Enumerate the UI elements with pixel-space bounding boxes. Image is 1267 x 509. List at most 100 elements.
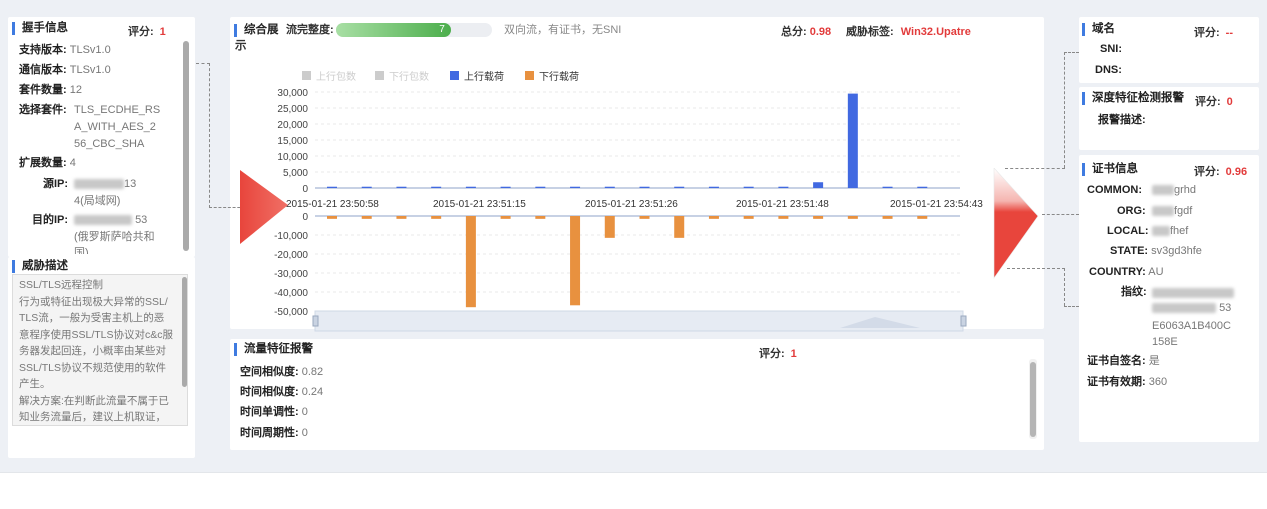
connector-right-low-h2 bbox=[1064, 306, 1079, 307]
y-tick-label: -20,000 bbox=[274, 250, 308, 261]
flow-alarm-score: 评分: 1 bbox=[759, 348, 797, 360]
bar-download-payload bbox=[847, 216, 858, 219]
deep-alarm-panel: 深度特征检测报警 评分: 0 报警描述: bbox=[1079, 87, 1259, 150]
bar-download-payload bbox=[361, 216, 372, 219]
bar-upload-payload bbox=[535, 186, 546, 188]
arrow-left-icon bbox=[240, 170, 288, 244]
cert-fingerprint-line2: 53 bbox=[1152, 301, 1231, 315]
bar-download-payload bbox=[743, 216, 754, 219]
bar-download-payload bbox=[535, 216, 546, 219]
redacted-block bbox=[1152, 206, 1174, 217]
bar-upload-payload bbox=[882, 186, 893, 188]
bar-download-payload bbox=[778, 216, 789, 219]
flow-alarm-panel: 流量特征报警 评分: 1 空间相似度: 0.82 时间相似度: 0.24 时间单调… bbox=[230, 339, 1044, 450]
flow-row-space-sim: 空间相似度: 0.82 bbox=[240, 366, 324, 378]
threat-desc-scrollbar[interactable] bbox=[182, 277, 187, 387]
bar-download-payload bbox=[396, 216, 407, 219]
x-tick-label: 2015-01-21 23:51:26 bbox=[585, 199, 678, 210]
cert-row-common: COMMON: bbox=[1087, 184, 1142, 196]
domain-row-dns: DNS: bbox=[1095, 64, 1122, 76]
redacted-block bbox=[1152, 303, 1216, 314]
y-tick-label: -50,000 bbox=[274, 307, 308, 318]
cert-row-org: ORG: bbox=[1117, 205, 1146, 217]
y-tick-label: 10,000 bbox=[277, 152, 308, 163]
bar-upload-payload bbox=[639, 186, 650, 188]
x-tick-label: 2015-01-21 23:51:48 bbox=[736, 199, 829, 210]
handshake-scrollbar[interactable] bbox=[183, 41, 189, 251]
bar-upload-payload bbox=[813, 182, 824, 188]
y-tick-label: 0 bbox=[302, 184, 308, 195]
bar-download-payload bbox=[882, 216, 893, 219]
score-value: 1 bbox=[159, 26, 166, 38]
connector-right-low-v bbox=[1064, 268, 1065, 306]
bottom-bar bbox=[0, 472, 1267, 509]
handshake-row-dst-ip: 目的IP: bbox=[32, 214, 69, 226]
bar-upload-payload bbox=[917, 186, 928, 188]
src-ip-value-2: 4(局域网) bbox=[74, 195, 121, 207]
bar-download-payload bbox=[431, 216, 442, 219]
domain-panel: 域名 评分: -- SNI: DNS: bbox=[1079, 17, 1259, 83]
bar-download-payload bbox=[917, 216, 928, 219]
bar-upload-payload bbox=[674, 186, 685, 188]
bar-upload-payload bbox=[465, 186, 476, 188]
cert-fingerprint-line3: E6063A1B400C bbox=[1152, 320, 1231, 332]
cert-row-self-signed: 证书自签名: 是 bbox=[1087, 355, 1160, 367]
flow-row-time-mono: 时间单调性: 0 bbox=[240, 406, 308, 418]
cert-row-fingerprint: 指纹: bbox=[1121, 286, 1147, 298]
redacted-block bbox=[1152, 185, 1174, 196]
domain-row-sni: SNI: bbox=[1100, 43, 1122, 55]
redacted-block bbox=[74, 179, 124, 190]
zoom-handle-left bbox=[312, 315, 319, 327]
zoom-handle-right bbox=[960, 315, 967, 327]
y-tick-label: -40,000 bbox=[274, 288, 308, 299]
deep-alarm-score: 评分: 0 bbox=[1195, 96, 1233, 108]
bar-upload-payload bbox=[778, 186, 789, 188]
flow-alarm-scrollbar[interactable] bbox=[1030, 362, 1036, 437]
domain-title: 域名 bbox=[1082, 23, 1115, 36]
bar-download-payload bbox=[639, 216, 650, 219]
arrow-right-icon bbox=[993, 168, 1039, 279]
src-ip-value: 13 bbox=[74, 177, 136, 191]
y-tick-label: 20,000 bbox=[277, 120, 308, 131]
y-tick-label: 30,000 bbox=[277, 88, 308, 99]
deep-alarm-row-desc: 报警描述: bbox=[1098, 114, 1146, 126]
bar-upload-payload bbox=[500, 186, 511, 188]
bar-download-payload bbox=[465, 216, 476, 308]
x-tick-label: 2015-01-21 23:54:43 bbox=[890, 199, 983, 210]
cert-panel: 证书信息 评分: 0.96 COMMON: grhd ORG: fgdf LOCA… bbox=[1079, 155, 1259, 442]
suite-line-2: A_WITH_AES_2 bbox=[74, 121, 156, 133]
cert-row-local: LOCAL: bbox=[1107, 225, 1149, 237]
bar-download-payload bbox=[604, 216, 615, 238]
redacted-block bbox=[1152, 226, 1170, 237]
cert-score: 评分: 0.96 bbox=[1194, 166, 1248, 178]
handshake-row-selected-suite: 选择套件: bbox=[19, 104, 67, 116]
y-tick-label: 0 bbox=[302, 212, 308, 223]
handshake-score: 评分: 1 bbox=[128, 23, 166, 39]
y-tick-label: 25,000 bbox=[277, 104, 308, 115]
bar-download-payload bbox=[500, 216, 511, 219]
y-tick-label: 15,000 bbox=[277, 136, 308, 147]
suite-line-1: TLS_ECDHE_RS bbox=[74, 104, 161, 116]
dst-ip-value-3: 国) bbox=[74, 247, 89, 254]
bar-download-payload bbox=[327, 216, 337, 219]
flow-row-time-sim: 时间相似度: 0.24 bbox=[240, 386, 324, 398]
bar-upload-payload bbox=[361, 186, 372, 188]
threat-desc-title: 威胁描述 bbox=[12, 260, 68, 273]
connector-right-domain-v bbox=[1064, 52, 1065, 168]
flow-row-time-period: 时间周期性: 0 bbox=[240, 427, 308, 439]
cert-row-validity: 证书有效期: 360 bbox=[1087, 376, 1168, 388]
bar-upload-payload bbox=[396, 186, 407, 188]
threat-desc-panel: 威胁描述 SSL/TLS远程控制 行为或特征出现极大异常的SSL/ TLS流，一… bbox=[8, 257, 195, 458]
score-label: 评分: bbox=[128, 26, 154, 38]
x-tick-label: 2015-01-21 23:51:15 bbox=[433, 199, 526, 210]
bar-upload-payload bbox=[743, 186, 754, 188]
bar-upload-payload bbox=[570, 186, 581, 188]
cert-local-value: fhef bbox=[1152, 224, 1188, 238]
handshake-row-comm-version: 通信版本: TLSv1.0 bbox=[19, 64, 111, 76]
flow-alarm-title: 流量特征报警 bbox=[234, 343, 313, 356]
bar-upload-payload bbox=[327, 186, 337, 188]
x-tick-label: 2015-01-21 23:50:58 bbox=[286, 199, 379, 210]
handshake-row-src-ip: 源IP: bbox=[43, 178, 69, 190]
connector-right-domain-h bbox=[1064, 52, 1079, 53]
overview-panel: 综合展 示 流完整度: 7 双向流，有证书，无SNI 总分: 0.98 威胁标签… bbox=[230, 17, 1044, 332]
